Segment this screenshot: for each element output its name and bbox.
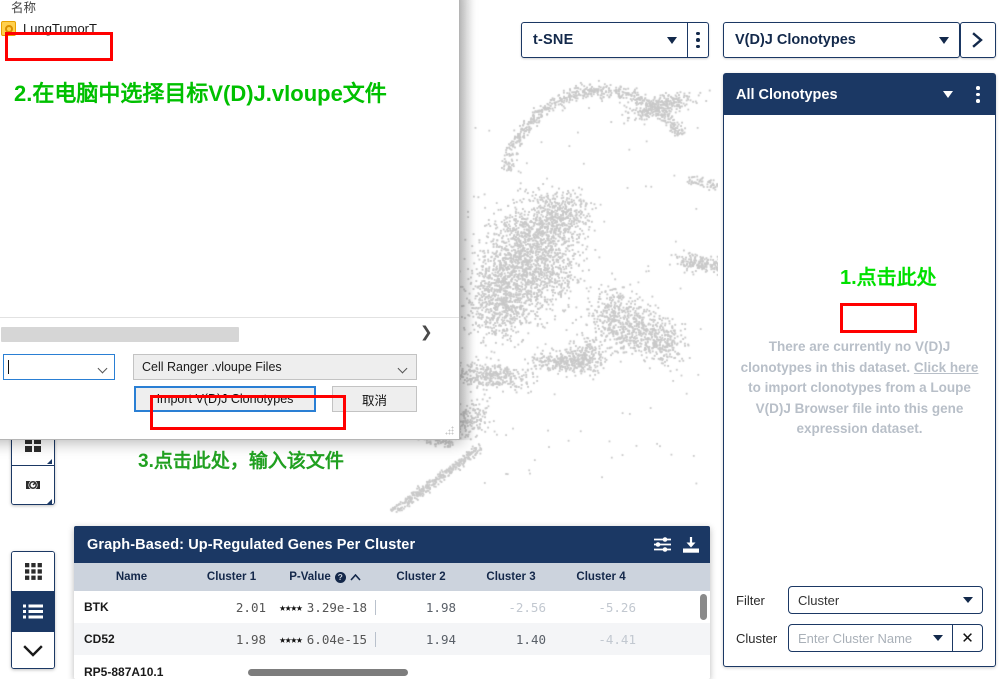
column-header-cluster4[interactable]: Cluster 4 [556, 571, 646, 583]
cell-cluster2: 1.98 [425, 599, 456, 615]
cluster-select-value: Enter Cluster Name [798, 630, 913, 646]
filter-row-filter: Filter Cluster [736, 586, 983, 614]
column-header-cluster3[interactable]: Cluster 3 [466, 571, 556, 583]
caret-down-icon[interactable] [943, 91, 953, 98]
cell-cluster3: 1.40 [515, 631, 546, 647]
cell-cluster4: -5.26 [598, 599, 636, 615]
column-header-name[interactable]: Name [74, 571, 189, 583]
import-vdj-clonotypes-button[interactable]: Import V(D)J Clonotypes [134, 386, 316, 412]
resize-grip-icon[interactable] [445, 426, 454, 435]
caret-down-icon [939, 36, 949, 44]
grid-view-button[interactable] [12, 552, 54, 591]
caret-down-icon [963, 597, 973, 603]
collapse-button[interactable] [12, 631, 54, 668]
significance-stars: ★★★★ [279, 600, 302, 614]
pvalue-text: 6.04e-15 [306, 631, 367, 647]
annotation-step3: 3.点击此处，输入该文件 [138, 451, 344, 472]
genes-table-card: Graph-Based: Up-Regulated Genes Per Clus… [74, 526, 710, 679]
file-list-item-label: LungTumorT [23, 21, 97, 36]
question-mark-icon[interactable]: ? [334, 571, 346, 583]
column-header-pvalue-label: P-Value [289, 571, 331, 583]
genes-table-header: Graph-Based: Up-Regulated Genes Per Clus… [74, 526, 710, 563]
vdj-clonotypes-select[interactable]: V(D)J Clonotypes [723, 22, 960, 58]
chevron-right-icon [972, 32, 983, 48]
file-list-column-header[interactable]: 名称 [11, 0, 36, 16]
clonotype-empty-message: There are currently no V(D)J clonotypes … [738, 337, 981, 440]
chevron-right-icon[interactable]: ❯ [420, 323, 433, 341]
close-x-icon[interactable]: ✕ [952, 625, 982, 651]
table-vertical-scrollbar[interactable] [700, 594, 707, 620]
panel-expand-button[interactable] [960, 22, 996, 58]
chevron-up-icon[interactable]: ⌃ [210, 0, 220, 1]
filetype-select[interactable]: Cell Ranger .vloupe Files [133, 354, 417, 380]
dialog-divider [0, 317, 459, 318]
file-open-dialog: ⌃ 名称 LungTumorT : ❯ N): Cell Ranger .vlo… [0, 0, 460, 440]
path-breadcrumb-bar[interactable] [1, 327, 239, 342]
table-row[interactable]: BTK 2.01 ★★★★ 3.29e-18 1.98 -2.56 -5.26 [74, 591, 710, 623]
filter-select-value: Cluster [798, 592, 840, 608]
empty-message-part2: to import clonotypes from a Loupe V(D)J … [748, 380, 971, 436]
clonotype-panel-title: All Clonotypes [736, 86, 838, 103]
annotation-step2: 2.在电脑中选择目标V(D)J.vloupe文件 [14, 81, 387, 106]
text-cursor [8, 360, 9, 374]
caret-down-icon [933, 635, 943, 641]
table-row[interactable]: CD52 1.98 ★★★★ 6.04e-15 1.94 1.40 -4.41 [74, 623, 710, 655]
lasso-tool-button[interactable] [12, 465, 54, 504]
chevron-down-icon[interactable] [99, 365, 108, 370]
clonotype-panel: All Clonotypes There are currently no V(… [723, 73, 996, 667]
projection-select[interactable]: t-SNE [521, 22, 709, 58]
vertical-dots-icon[interactable] [967, 86, 989, 103]
cell-cluster1: 1.98 [235, 631, 266, 647]
corner-flag-icon [42, 499, 52, 504]
cell-cluster2: 1.94 [425, 631, 456, 647]
annotation-step1: 1.点击此处 [840, 267, 937, 289]
corner-flag-icon [42, 459, 52, 464]
cell-pvalue: ★★★★ 6.04e-15 [274, 631, 376, 647]
file-list-item[interactable]: LungTumorT [1, 21, 97, 36]
column-header-cluster2[interactable]: Cluster 2 [376, 571, 466, 583]
download-icon[interactable] [682, 536, 700, 554]
filetype-select-value: Cell Ranger .vloupe Files [142, 360, 282, 374]
cell-gene-name: CD52 [84, 632, 115, 646]
genes-table-column-header: Name Cluster 1 P-Value ? Cluster 2 Clust… [74, 563, 710, 591]
filter-row-cluster: Cluster Enter Cluster Name ✕ [736, 624, 983, 652]
cluster-label: Cluster [736, 630, 778, 646]
table-horizontal-scrollbar[interactable] [248, 669, 408, 676]
chevron-down-icon [23, 645, 43, 657]
cell-cluster1: 2.01 [235, 599, 266, 615]
cell-gene-name: BTK [84, 600, 109, 614]
grid-nine-dots-icon [24, 563, 42, 580]
column-header-pvalue[interactable]: P-Value ? [274, 571, 376, 583]
significance-stars: ★★★★ [279, 632, 302, 646]
lasso-stamp-icon [26, 479, 40, 490]
column-header-cluster1[interactable]: Cluster 1 [189, 571, 274, 583]
list-view-button[interactable] [12, 591, 54, 631]
genes-table-title: Graph-Based: Up-Regulated Genes Per Clus… [87, 536, 416, 553]
clonotype-panel-body: There are currently no V(D)J clonotypes … [724, 115, 995, 568]
filename-input[interactable] [3, 354, 115, 380]
clonotype-panel-header[interactable]: All Clonotypes [724, 74, 995, 115]
cluster-select[interactable]: Enter Cluster Name ✕ [788, 624, 983, 652]
cell-cluster3: -2.56 [508, 599, 546, 615]
cell-pvalue: ★★★★ 3.29e-18 [274, 599, 376, 615]
bullet-list-icon [23, 604, 43, 619]
caret-down-icon [667, 36, 677, 44]
filter-label: Filter [736, 592, 765, 608]
cell-cluster4: -4.41 [598, 631, 636, 647]
cancel-button[interactable]: 取消 [332, 386, 417, 412]
chevron-down-icon [399, 365, 408, 370]
filter-select[interactable]: Cluster [788, 586, 983, 614]
click-here-link[interactable]: Click here [914, 360, 979, 375]
vertical-dots-icon[interactable] [687, 23, 708, 57]
projection-select-value: t-SNE [533, 32, 574, 48]
clonotype-filter-zone: Filter Cluster Cluster Enter Cluster Nam… [724, 568, 995, 666]
sliders-icon[interactable] [653, 536, 672, 553]
loupe-file-icon [1, 21, 16, 36]
vdj-select-value: V(D)J Clonotypes [735, 32, 856, 48]
left-toolbar-bottom [11, 551, 55, 669]
caret-up-icon [350, 573, 361, 581]
pvalue-text: 3.29e-18 [306, 599, 367, 615]
cell-gene-name: RP5-887A10.1 [84, 665, 164, 679]
